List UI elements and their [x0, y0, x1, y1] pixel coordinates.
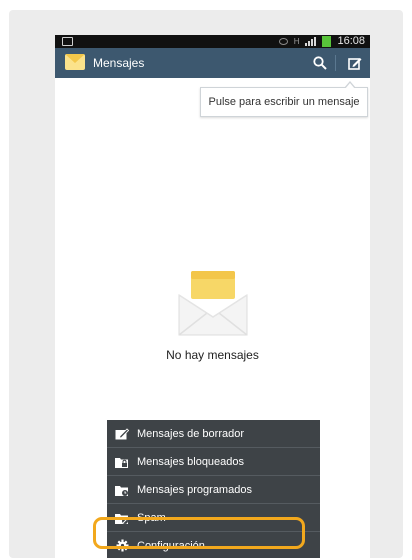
messages-app-icon[interactable]	[65, 54, 85, 70]
settings-highlight-outline	[93, 517, 305, 549]
app-bar: Mensajes	[55, 48, 370, 78]
app-title: Mensajes	[93, 56, 145, 70]
menu-item-drafts[interactable]: Mensajes de borrador	[107, 420, 320, 447]
scheduled-folder-icon	[115, 485, 128, 496]
toolbar-divider	[335, 55, 336, 71]
search-icon	[313, 56, 327, 70]
eye-icon	[278, 38, 288, 45]
network-type-icon: H	[293, 37, 300, 46]
signal-icon	[305, 37, 317, 46]
battery-icon	[322, 36, 332, 47]
gallery-notification-icon	[62, 37, 73, 46]
menu-item-scheduled[interactable]: Mensajes programados	[107, 476, 320, 503]
compose-icon	[348, 58, 362, 70]
compose-button[interactable]	[340, 48, 370, 78]
locked-folder-icon	[115, 457, 128, 468]
phone-screen: H 16:08 Mensajes Pulse para escribir un …	[55, 35, 370, 558]
clock: 16:08	[337, 35, 365, 47]
empty-state-message: No hay mensajes	[166, 348, 259, 362]
menu-item-label: Mensajes programados	[137, 483, 252, 496]
search-button[interactable]	[305, 48, 335, 78]
status-icons: H 16:08	[278, 35, 365, 48]
menu-item-label: Mensajes de borrador	[137, 427, 245, 440]
menu-item-label: Mensajes bloqueados	[137, 455, 245, 468]
status-bar: H 16:08	[55, 35, 370, 48]
draft-folder-icon	[115, 427, 129, 439]
menu-item-blocked[interactable]: Mensajes bloqueados	[107, 448, 320, 475]
envelope-icon	[178, 271, 248, 336]
compose-hint-tooltip: Pulse para escribir un mensaje	[200, 81, 368, 117]
